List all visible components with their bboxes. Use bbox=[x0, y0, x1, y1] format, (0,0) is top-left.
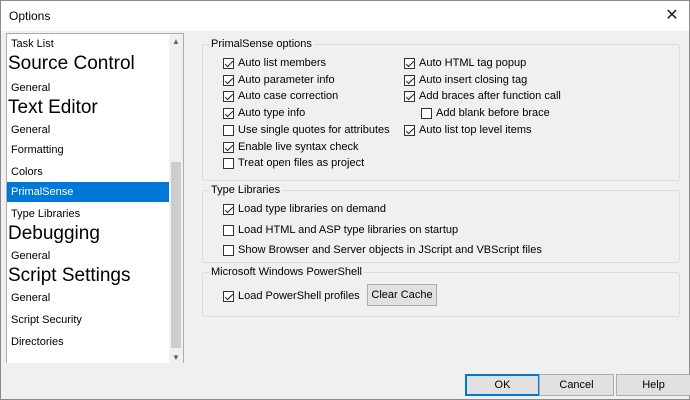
title-bar: Options ✕ bbox=[1, 1, 689, 31]
add-braces-after-function-call-label: Add braces after function call bbox=[419, 90, 561, 103]
close-icon[interactable]: ✕ bbox=[655, 1, 689, 31]
auto-list-top-level-items-checkbox[interactable]: Auto list top level items bbox=[404, 124, 532, 138]
tree-category-script-settings[interactable]: Script Settings bbox=[7, 266, 169, 286]
clear-cache-button[interactable]: Clear Cache bbox=[367, 284, 437, 306]
auto-insert-closing-tag-label: Auto insert closing tag bbox=[419, 73, 528, 86]
load-html-and-asp-type-libraries-on-startup-checkbox[interactable]: Load HTML and ASP type libraries on star… bbox=[223, 224, 458, 238]
tree-item-formatting[interactable]: Formatting bbox=[7, 140, 169, 160]
checkbox-box[interactable] bbox=[404, 74, 415, 86]
add-blank-before-brace-checkbox[interactable]: Add blank before brace bbox=[421, 107, 550, 121]
use-single-quotes-for-attributes-label: Use single quotes for attributes bbox=[238, 123, 390, 136]
load-type-libraries-on-demand-label: Load type libraries on demand bbox=[238, 203, 386, 215]
scroll-thumb[interactable] bbox=[171, 162, 181, 348]
tree-category-debugging[interactable]: Debugging bbox=[7, 224, 169, 244]
scroll-up-icon[interactable]: ▲ bbox=[169, 35, 183, 49]
tree-category-source-control[interactable]: Source Control bbox=[7, 54, 169, 74]
checkbox-box[interactable] bbox=[223, 245, 234, 256]
use-single-quotes-for-attributes-checkbox[interactable]: Use single quotes for attributes bbox=[223, 124, 390, 138]
tree-item-general[interactable]: General bbox=[7, 288, 169, 308]
checkbox-box[interactable] bbox=[404, 124, 415, 136]
tree-category-text-editor[interactable]: Text Editor bbox=[7, 98, 169, 118]
add-braces-after-function-call-checkbox[interactable]: Add braces after function call bbox=[404, 90, 561, 104]
load-powershell-profiles-checkbox[interactable]: Load PowerShell profiles bbox=[223, 290, 360, 304]
enable-live-syntax-check-checkbox[interactable]: Enable live syntax check bbox=[223, 141, 358, 155]
tree-item-general[interactable]: General bbox=[7, 120, 169, 140]
auto-type-info-checkbox[interactable]: Auto type info bbox=[223, 107, 305, 121]
auto-type-info-label: Auto type info bbox=[238, 107, 306, 120]
tree-item-task-list[interactable]: Task List bbox=[7, 34, 169, 54]
powershell-legend: Microsoft Windows PowerShell bbox=[209, 266, 364, 279]
tree-scrollbar[interactable]: ▲ ▼ bbox=[169, 34, 183, 366]
auto-list-members-checkbox[interactable]: Auto list members bbox=[223, 57, 326, 71]
load-powershell-profiles-label: Load PowerShell profiles bbox=[238, 290, 360, 302]
auto-parameter-info-label: Auto parameter info bbox=[238, 73, 335, 86]
checkbox-box[interactable] bbox=[223, 91, 234, 103]
add-blank-before-brace-label: Add blank before brace bbox=[436, 107, 550, 120]
checkbox-box[interactable] bbox=[421, 108, 432, 120]
tree-item-colors[interactable]: Colors bbox=[7, 162, 169, 182]
help-button[interactable]: Help bbox=[616, 374, 690, 396]
tree-item-primalsense[interactable]: PrimalSense bbox=[7, 182, 169, 202]
tree-item-type-libraries[interactable]: Type Libraries bbox=[7, 204, 169, 224]
treat-open-files-as-project-label: Treat open files as project bbox=[238, 157, 365, 170]
checkbox-box[interactable] bbox=[223, 225, 234, 236]
enable-live-syntax-check-label: Enable live syntax check bbox=[238, 140, 359, 153]
checkbox-box[interactable] bbox=[223, 291, 234, 302]
auto-list-top-level-items-label: Auto list top level items bbox=[419, 123, 532, 136]
dialog-footer: OK Cancel Help bbox=[1, 363, 690, 399]
checkbox-box[interactable] bbox=[223, 141, 234, 153]
checkbox-box[interactable] bbox=[223, 58, 234, 69]
checkbox-box[interactable] bbox=[404, 91, 415, 103]
tree-item-general[interactable]: General bbox=[7, 78, 169, 98]
auto-insert-closing-tag-checkbox[interactable]: Auto insert closing tag bbox=[404, 74, 527, 88]
tree-item-directories[interactable]: Directories bbox=[7, 332, 169, 352]
cancel-button[interactable]: Cancel bbox=[539, 374, 614, 396]
tree-item-script-security[interactable]: Script Security bbox=[7, 310, 169, 330]
checkbox-box[interactable] bbox=[223, 74, 234, 86]
auto-list-members-label: Auto list members bbox=[238, 57, 327, 69]
options-dialog: Options ✕ Task List Source Control General… bbox=[0, 0, 690, 400]
checkbox-box[interactable] bbox=[404, 58, 415, 69]
show-browser-and-server-objects-in-jscript-and-vbscript-files-checkbox[interactable]: Show Browser and Server objects in JScri… bbox=[223, 244, 542, 258]
checkbox-box[interactable] bbox=[223, 204, 234, 215]
type-libraries-legend: Type Libraries bbox=[209, 184, 283, 197]
load-type-libraries-on-demand-checkbox[interactable]: Load type libraries on demand bbox=[223, 203, 386, 217]
auto-case-correction-label: Auto case correction bbox=[238, 90, 339, 103]
options-tree: Task List Source Control General Text Edito… bbox=[6, 33, 184, 367]
checkbox-box[interactable] bbox=[223, 158, 234, 170]
checkbox-box[interactable] bbox=[223, 108, 234, 120]
ok-button[interactable]: OK bbox=[465, 374, 540, 396]
treat-open-files-as-project-checkbox[interactable]: Treat open files as project bbox=[223, 157, 364, 171]
load-html-and-asp-type-libraries-on-startup-label: Load HTML and ASP type libraries on star… bbox=[238, 224, 459, 236]
auto-case-correction-checkbox[interactable]: Auto case correction bbox=[223, 90, 338, 104]
auto-parameter-info-checkbox[interactable]: Auto parameter info bbox=[223, 74, 335, 88]
window-title: Options bbox=[9, 9, 51, 23]
auto-html-tag-popup-label: Auto HTML tag popup bbox=[419, 57, 527, 69]
checkbox-box[interactable] bbox=[223, 124, 234, 136]
show-browser-and-server-objects-in-jscript-and-vbscript-files-label: Show Browser and Server objects in JScri… bbox=[238, 244, 542, 256]
primalsense-options-legend: PrimalSense options bbox=[209, 38, 314, 51]
auto-html-tag-popup-checkbox[interactable]: Auto HTML tag popup bbox=[404, 57, 526, 71]
tree-item-general[interactable]: General bbox=[7, 246, 169, 266]
